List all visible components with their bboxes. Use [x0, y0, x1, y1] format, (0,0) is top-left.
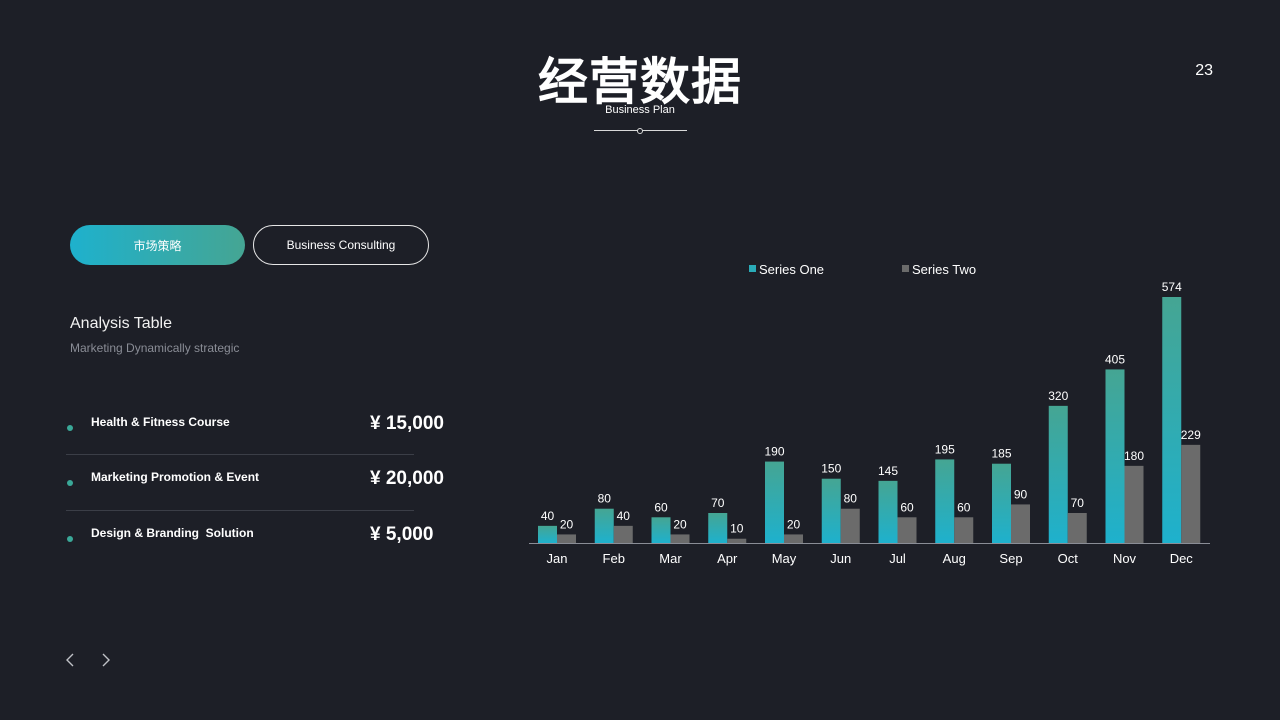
x-tick-label: Jun [830, 551, 851, 566]
bar-series-two [784, 534, 803, 543]
tab-market-strategy[interactable]: 市场策略 [70, 225, 245, 265]
bar-chart: Series One Series Two 40 20 80 40 60 20 70 10 190… [529, 262, 1210, 566]
data-label: 70 [1071, 496, 1085, 510]
data-label: 320 [1048, 389, 1068, 403]
data-label: 150 [821, 462, 841, 476]
x-tick-label: Feb [603, 551, 625, 566]
data-label: 70 [711, 496, 725, 510]
x-tick-label: Sep [999, 551, 1022, 566]
row-divider [66, 510, 414, 511]
x-tick-label: Jul [889, 551, 906, 566]
data-label: 90 [1014, 487, 1028, 501]
data-label: 180 [1124, 449, 1144, 463]
bullet-icon [67, 536, 73, 542]
x-tick-label: Mar [659, 551, 682, 566]
item-price: ¥ 5,000 [370, 524, 434, 545]
bar-series-two [670, 534, 690, 543]
x-tick-label: Nov [1113, 551, 1137, 566]
chart-legend: Series One Series Two [749, 262, 976, 277]
bar-series-one [821, 478, 841, 543]
bar-series-two [897, 517, 917, 543]
bar-series-one [935, 459, 955, 543]
x-tick-label: Jan [547, 551, 568, 566]
legend-swatch [902, 265, 909, 272]
legend-label: Series Two [912, 262, 976, 277]
data-label: 60 [654, 500, 668, 514]
data-label: 405 [1105, 352, 1125, 366]
chevron-left-icon[interactable] [60, 650, 80, 670]
bar-series-one [708, 513, 728, 543]
bar-series-two [954, 517, 974, 543]
list-item: Marketing Promotion & Event ¥ 20,000 [66, 460, 444, 500]
item-label: Marketing Promotion & Event [91, 470, 260, 484]
bar-series-one [992, 463, 1011, 543]
x-tick-label: Apr [717, 551, 738, 566]
page-subtitle: Business Plan [605, 104, 675, 116]
data-label: 20 [673, 517, 687, 531]
chevron-right-icon[interactable] [96, 650, 116, 670]
bullet-icon [67, 480, 73, 486]
bar-series-one [1162, 297, 1182, 543]
data-label: 185 [991, 447, 1011, 461]
bar-series-one [878, 480, 898, 543]
data-label: 60 [957, 500, 971, 514]
data-label: 40 [541, 509, 555, 523]
data-label: 80 [844, 492, 858, 506]
data-label: 20 [560, 517, 574, 531]
bar-series-two [840, 508, 860, 543]
legend-label: Series One [759, 262, 824, 277]
bar-series-one [1105, 369, 1125, 543]
x-axis-ticks: Jan Feb Mar Apr May Jun Jul Aug Sep Oct Nov Dec [547, 551, 1194, 566]
bar-series-two [613, 525, 633, 543]
data-label: 190 [764, 445, 784, 459]
bar-series-two [1067, 513, 1087, 543]
bar-series-two [1124, 465, 1144, 543]
analysis-subtitle: Marketing Dynamically strategic [70, 341, 240, 355]
data-label: 229 [1181, 428, 1201, 442]
data-label: 80 [598, 492, 612, 506]
bar-series-one [1048, 405, 1068, 543]
x-tick-label: Dec [1170, 551, 1194, 566]
bar-series-two [557, 534, 576, 543]
analysis-title: Analysis Table [70, 315, 172, 332]
bar-series-two [1181, 444, 1201, 543]
bullet-icon [67, 425, 73, 431]
data-label: 574 [1162, 280, 1182, 294]
data-label: 10 [730, 522, 744, 536]
item-price: ¥ 15,000 [370, 413, 444, 434]
legend-swatch [749, 265, 756, 272]
item-label: Design & Branding Solution [91, 526, 254, 540]
data-label: 20 [787, 517, 801, 531]
data-label: 40 [617, 509, 631, 523]
x-tick-label: Oct [1058, 551, 1079, 566]
bar-series-one [594, 508, 614, 543]
page-number: 23 [1195, 62, 1213, 79]
data-label: 195 [935, 442, 955, 456]
tab-business-consulting[interactable]: Business Consulting [253, 225, 429, 265]
divider-dot [637, 128, 643, 134]
list-item: Design & Branding Solution ¥ 5,000 [66, 516, 433, 556]
x-tick-label: May [772, 551, 797, 566]
item-label: Health & Fitness Course [91, 415, 230, 429]
item-price: ¥ 20,000 [370, 468, 444, 489]
chart-bars: 40 20 80 40 60 20 70 10 190 20 150 80 145 60 195 60 185 9… [538, 280, 1201, 543]
bar-series-one [765, 461, 784, 543]
bar-series-two [1011, 504, 1030, 543]
row-divider [66, 454, 414, 455]
list-item: Health & Fitness Course ¥ 15,000 [66, 405, 444, 445]
bar-series-two [727, 538, 747, 543]
bar-series-one [538, 525, 557, 543]
bar-series-one [651, 517, 671, 543]
x-tick-label: Aug [943, 551, 966, 566]
data-label: 145 [878, 464, 898, 478]
data-label: 60 [900, 500, 914, 514]
